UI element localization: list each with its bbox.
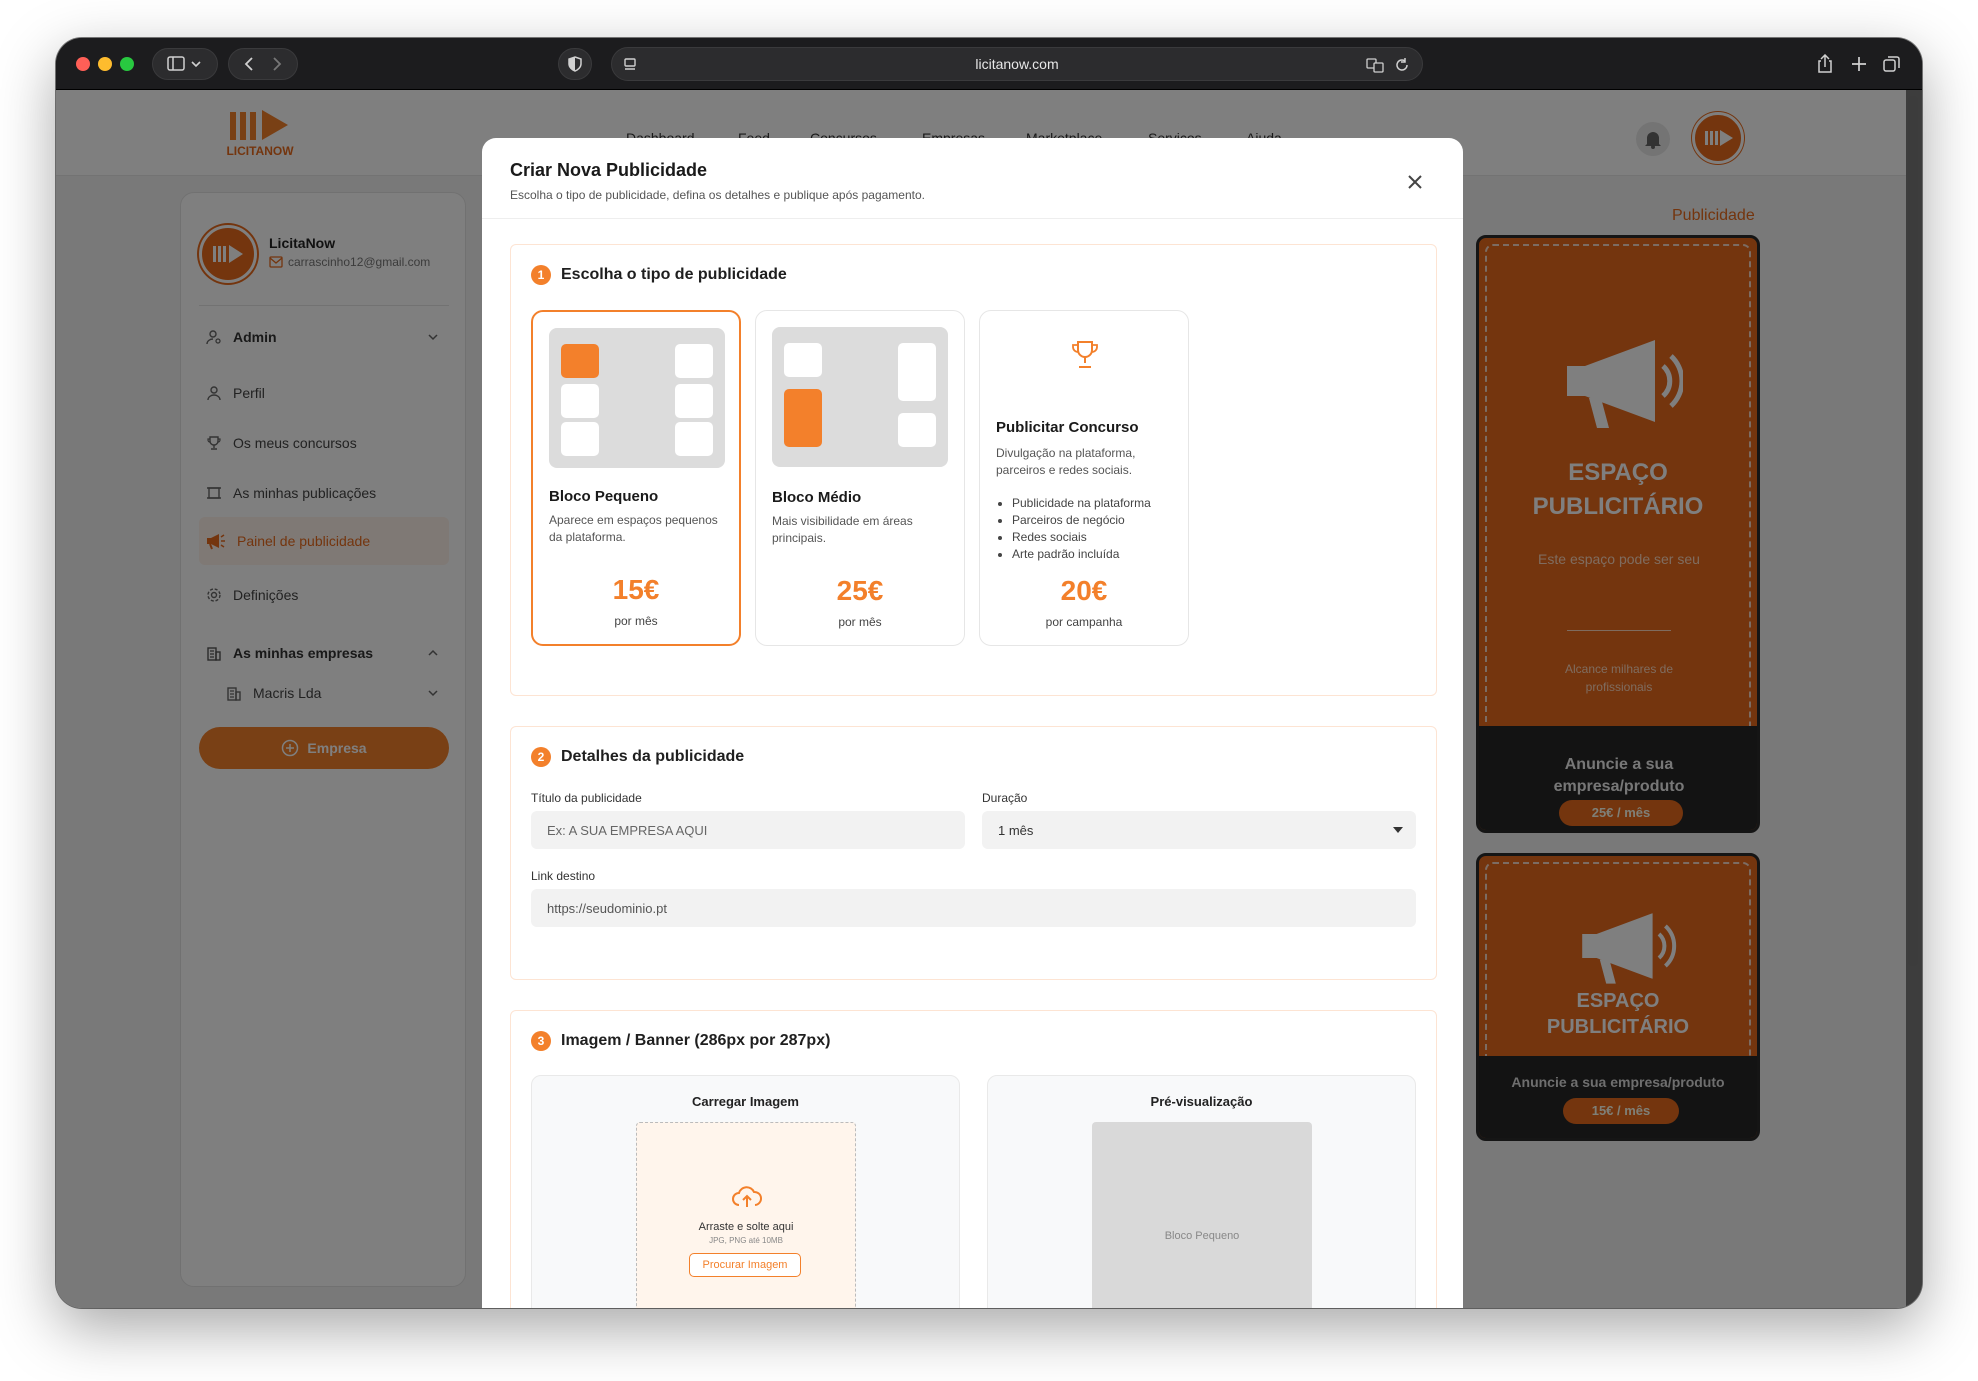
ad-type-card-contest[interactable]: Publicitar Concurso Divulgação na plataf… [979, 310, 1189, 646]
preview-placeholder: Bloco Pequeno [1164, 1230, 1240, 1242]
card-title: Bloco Pequeno [549, 488, 659, 505]
url-text: licitanow.com [975, 56, 1059, 72]
step1-section: 1 Escolha o tipo de publicidade Bloco Pe… [510, 244, 1437, 696]
zoom-window-button[interactable] [120, 57, 134, 71]
thumb-cell [784, 343, 822, 377]
thumb-cell [898, 343, 936, 401]
thumb-cell [561, 384, 599, 418]
cloud-upload-icon [732, 1186, 762, 1207]
card-description: Divulgação na plataforma, parceiros e re… [996, 446, 1136, 477]
create-ad-modal: Criar Nova Publicidade Escolha o tipo de… [482, 138, 1463, 1308]
step1-title: Escolha o tipo de publicidade [561, 266, 787, 283]
card-price: 15€ [612, 574, 660, 605]
formats-text: JPG, PNG até 10MB [709, 1236, 783, 1245]
medium-block-thumbnail [772, 327, 948, 467]
ad-type-card-medium[interactable]: Bloco Médio Mais visibilidade em áreas p… [755, 310, 965, 646]
reload-icon[interactable] [1394, 57, 1410, 73]
dropdown-arrow-icon [1393, 827, 1403, 833]
thumb-cell-active [561, 344, 599, 378]
page-menu-icon[interactable] [622, 57, 638, 73]
close-icon[interactable] [1406, 173, 1424, 191]
benefit-item: Redes sociais [1012, 529, 1151, 546]
modal-title: Criar Nova Publicidade [510, 160, 708, 180]
shield-icon [568, 56, 582, 72]
benefit-item: Publicidade na plataforma [1012, 495, 1151, 512]
address-bar[interactable]: licitanow.com [611, 47, 1423, 81]
small-block-thumbnail [549, 328, 725, 468]
card-description: Mais visibilidade em áreas principais. [772, 514, 913, 545]
step1-header: 1 Escolha o tipo de publicidade [531, 265, 787, 285]
dropzone[interactable]: Arraste e solte aqui JPG, PNG até 10MB P… [636, 1122, 856, 1308]
duration-value: 1 mês [998, 822, 1034, 838]
browser-titlebar: licitanow.com [56, 38, 1922, 90]
sidebar-toggle-button[interactable] [152, 48, 218, 80]
card-title: Publicitar Concurso [996, 419, 1139, 436]
browser-window: licitanow.com LICITANOW Dashboard Feed C… [56, 38, 1922, 1308]
card-description: Aparece em espaços pequenos da plataform… [549, 513, 718, 544]
page-viewport: LICITANOW Dashboard Feed Concursos Empre… [56, 90, 1922, 1308]
upload-title: Carregar Imagem [692, 1094, 799, 1109]
back-forward-icon[interactable] [238, 56, 288, 72]
step2-number: 2 [531, 747, 551, 767]
step2-header: 2 Detalhes da publicidade [531, 747, 744, 767]
contest-benefits-list: Publicidade na plataforma Parceiros de n… [1012, 495, 1151, 563]
step3-title: Imagem / Banner (286px por 287px) [561, 1032, 831, 1049]
thumb-cell [675, 422, 713, 456]
history-nav [228, 48, 298, 80]
thumb-cell [561, 422, 599, 456]
card-period: por mês [838, 615, 882, 629]
ad-title-input[interactable]: Ex: A SUA EMPRESA AQUI [531, 811, 965, 849]
modal-subtitle: Escolha o tipo de publicidade, defina os… [510, 188, 925, 202]
browse-image-button[interactable]: Procurar Imagem [689, 1253, 801, 1277]
link-label: Link destino [531, 869, 596, 883]
preview-title: Pré-visualização [1150, 1094, 1253, 1109]
tab-overview-icon[interactable] [1882, 54, 1902, 74]
card-price: 25€ [836, 575, 884, 606]
benefit-item: Parceiros de negócio [1012, 512, 1151, 529]
new-tab-icon[interactable] [1850, 55, 1868, 73]
ad-type-card-small[interactable]: Bloco Pequeno Aparece em espaços pequeno… [531, 310, 741, 646]
card-title: Bloco Médio [772, 489, 862, 506]
privacy-shield-button[interactable] [558, 48, 592, 80]
card-price: 20€ [1060, 575, 1108, 606]
trophy-icon [1072, 341, 1098, 368]
step2-title: Detalhes da publicidade [561, 748, 745, 765]
step3-header: 3 Imagem / Banner (286px por 287px) [531, 1031, 830, 1051]
thumb-cell [898, 413, 936, 447]
drop-text: Arraste e solte aqui [698, 1221, 794, 1233]
minimize-window-button[interactable] [98, 57, 112, 71]
benefit-item: Arte padrão incluída [1012, 546, 1151, 563]
step1-number: 1 [531, 265, 551, 285]
thumb-cell-active [784, 389, 822, 447]
share-icon[interactable] [1816, 54, 1834, 74]
duration-label: Duração [982, 791, 1028, 805]
page-scrollbar[interactable] [1908, 96, 1918, 966]
step3-section: 3 Imagem / Banner (286px por 287px) Carr… [510, 1010, 1437, 1308]
card-period: por campanha [1045, 615, 1123, 629]
close-window-button[interactable] [76, 57, 90, 71]
card-period: por mês [614, 614, 658, 628]
thumb-cell [675, 384, 713, 418]
preview-panel: Pré-visualização Bloco Pequeno [987, 1075, 1416, 1308]
sidebar-toggle-icon [167, 56, 201, 71]
thumb-cell [675, 344, 713, 378]
step3-number: 3 [531, 1031, 551, 1051]
duration-select[interactable]: 1 mês [982, 811, 1416, 849]
preview-box: Bloco Pequeno [1092, 1122, 1312, 1308]
step2-section: 2 Detalhes da publicidade Título da publ… [510, 726, 1437, 980]
modal-header: Criar Nova Publicidade Escolha o tipo de… [482, 138, 1463, 219]
ad-title-label: Título da publicidade [531, 791, 642, 805]
link-input[interactable]: https://seudominio.pt [531, 889, 1416, 927]
upload-panel: Carregar Imagem Arraste e solte aqui JPG… [531, 1075, 960, 1308]
translate-icon[interactable] [1366, 57, 1384, 73]
